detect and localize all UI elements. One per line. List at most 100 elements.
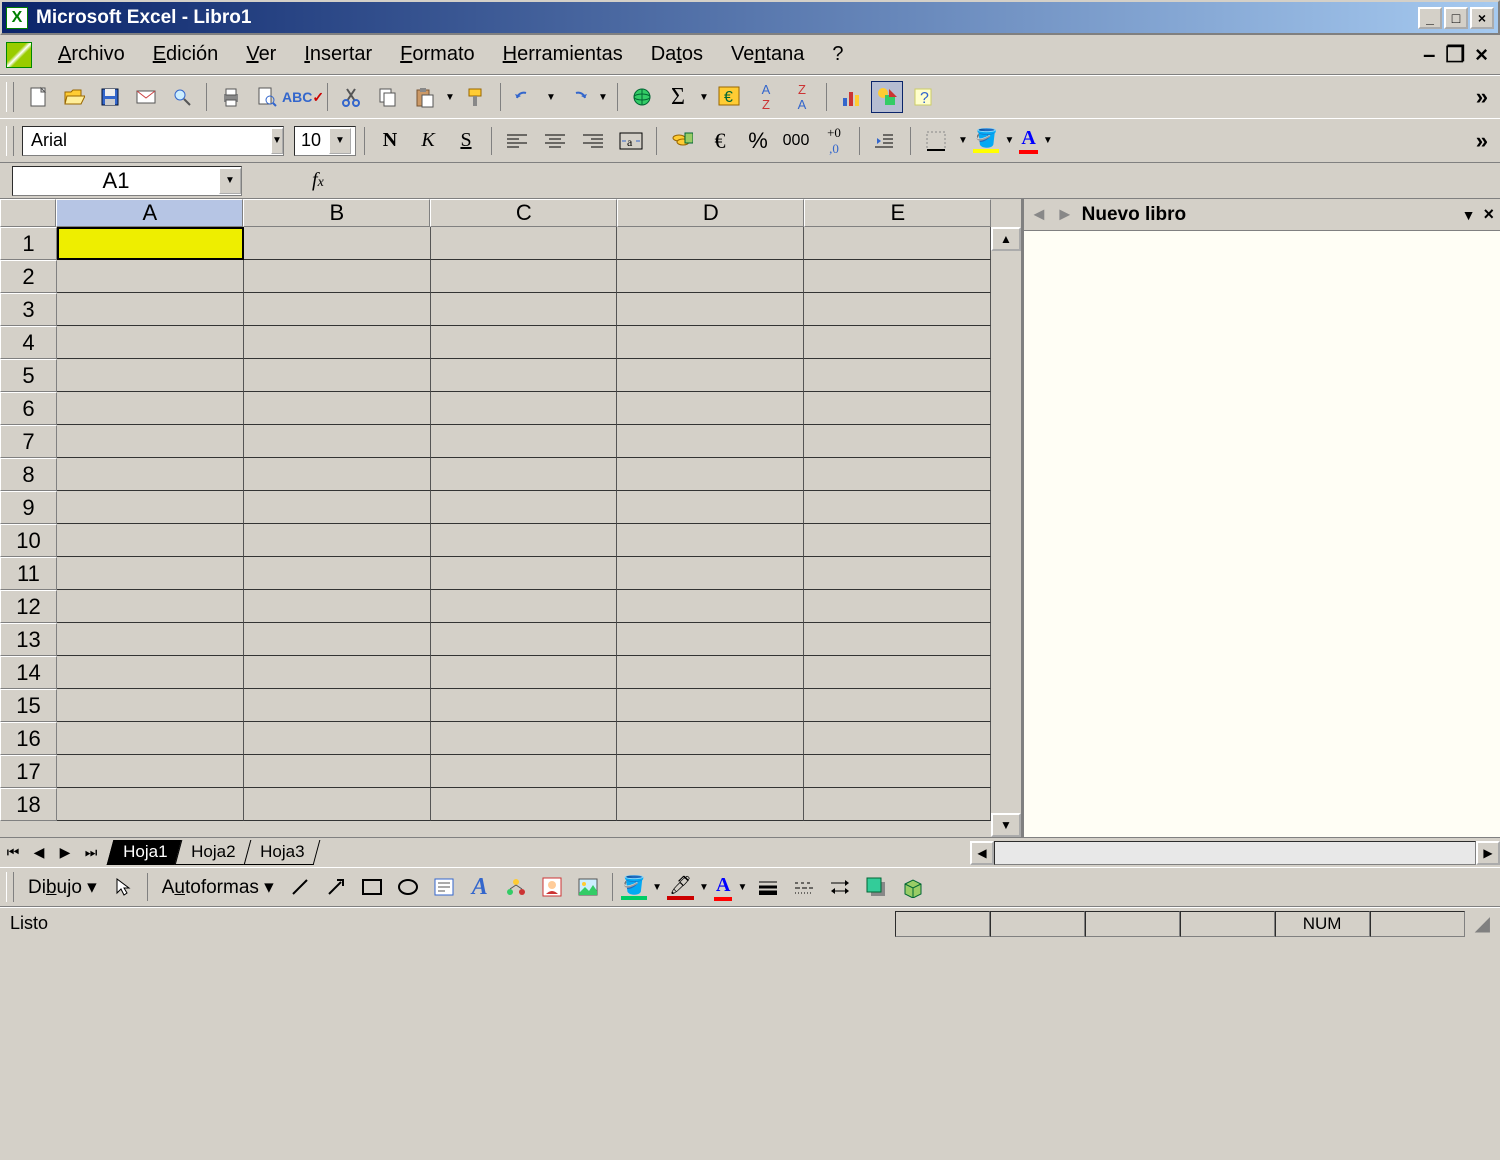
- cell-D5[interactable]: [617, 359, 804, 392]
- cell-E9[interactable]: [804, 491, 991, 524]
- row-header-8[interactable]: 8: [0, 458, 57, 491]
- size-combo[interactable]: ▼: [294, 126, 356, 156]
- undo-button[interactable]: [509, 81, 541, 113]
- paste-dropdown[interactable]: ▼: [444, 92, 456, 103]
- taskpane-dropdown[interactable]: ▼: [1462, 207, 1476, 223]
- row-header-4[interactable]: 4: [0, 326, 57, 359]
- cell-C8[interactable]: [431, 458, 618, 491]
- cell-B11[interactable]: [244, 557, 431, 590]
- cell-D4[interactable]: [617, 326, 804, 359]
- col-header-B[interactable]: B: [243, 199, 430, 227]
- cell-D9[interactable]: [617, 491, 804, 524]
- fx-label[interactable]: fx: [312, 169, 324, 192]
- font-dropdown[interactable]: ▼: [271, 128, 283, 154]
- scroll-down-button[interactable]: ▼: [991, 813, 1021, 837]
- redo-dropdown[interactable]: ▼: [597, 92, 609, 103]
- row-header-12[interactable]: 12: [0, 590, 57, 623]
- mdi-close[interactable]: ×: [1475, 42, 1488, 68]
- spellcheck-button[interactable]: ABC✓: [287, 81, 319, 113]
- line-color-button[interactable]: 🖊: [667, 875, 694, 900]
- rectangle-button[interactable]: [356, 871, 388, 903]
- cell-B1[interactable]: [244, 227, 431, 260]
- cell-D2[interactable]: [617, 260, 804, 293]
- print-button[interactable]: [215, 81, 247, 113]
- row-header-7[interactable]: 7: [0, 425, 57, 458]
- vertical-scrollbar[interactable]: ▲ ▼: [991, 227, 1021, 837]
- cell-A17[interactable]: [57, 755, 244, 788]
- font-color-draw-button[interactable]: A: [714, 874, 732, 901]
- cell-E2[interactable]: [804, 260, 991, 293]
- col-header-C[interactable]: C: [430, 199, 617, 227]
- cell-C2[interactable]: [431, 260, 618, 293]
- align-center-button[interactable]: [538, 125, 572, 157]
- cell-C18[interactable]: [431, 788, 618, 821]
- cell-C7[interactable]: [431, 425, 618, 458]
- open-button[interactable]: [58, 81, 90, 113]
- cell-E7[interactable]: [804, 425, 991, 458]
- cell-A2[interactable]: [57, 260, 244, 293]
- next-sheet-button[interactable]: ▶: [53, 841, 77, 865]
- row-header-14[interactable]: 14: [0, 656, 57, 689]
- font-color-button[interactable]: A: [1019, 127, 1037, 154]
- cell-E3[interactable]: [804, 293, 991, 326]
- cell-E12[interactable]: [804, 590, 991, 623]
- italic-button[interactable]: K: [411, 125, 445, 157]
- cell-B4[interactable]: [244, 326, 431, 359]
- cell-A13[interactable]: [57, 623, 244, 656]
- menu-formato[interactable]: Formato: [386, 39, 488, 70]
- row-header-5[interactable]: 5: [0, 359, 57, 392]
- drawing-button[interactable]: [871, 81, 903, 113]
- paste-button[interactable]: [408, 81, 440, 113]
- cell-A12[interactable]: [57, 590, 244, 623]
- help-button[interactable]: ?: [907, 81, 939, 113]
- undo-dropdown[interactable]: ▼: [545, 92, 557, 103]
- row-header-6[interactable]: 6: [0, 392, 57, 425]
- toolbar-handle[interactable]: [6, 82, 14, 112]
- cell-B9[interactable]: [244, 491, 431, 524]
- cell-D6[interactable]: [617, 392, 804, 425]
- thousands-button[interactable]: 000: [779, 125, 813, 157]
- autosum-dropdown[interactable]: ▼: [698, 92, 710, 103]
- cell-C12[interactable]: [431, 590, 618, 623]
- cell-D13[interactable]: [617, 623, 804, 656]
- fill-color-draw-button[interactable]: 🪣: [621, 875, 647, 900]
- cell-C3[interactable]: [431, 293, 618, 326]
- insert-picture-button[interactable]: [572, 871, 604, 903]
- arrow-style-button[interactable]: [824, 871, 856, 903]
- cell-C1[interactable]: [431, 227, 618, 260]
- cell-C15[interactable]: [431, 689, 618, 722]
- decrease-indent-button[interactable]: [868, 125, 902, 157]
- euro-button[interactable]: €: [714, 81, 746, 113]
- new-button[interactable]: [22, 81, 54, 113]
- cell-B14[interactable]: [244, 656, 431, 689]
- toolbar-handle[interactable]: [6, 872, 14, 902]
- cell-D18[interactable]: [617, 788, 804, 821]
- menu-edicion[interactable]: Edición: [139, 39, 233, 70]
- oval-button[interactable]: [392, 871, 424, 903]
- fill-color-button[interactable]: 🪣: [973, 128, 999, 153]
- cell-B5[interactable]: [244, 359, 431, 392]
- prev-sheet-button[interactable]: ◀: [27, 841, 51, 865]
- merge-center-button[interactable]: a: [614, 125, 648, 157]
- row-header-17[interactable]: 17: [0, 755, 57, 788]
- select-all-corner[interactable]: [0, 199, 56, 227]
- menu-archivo[interactable]: Archivo: [44, 39, 139, 70]
- taskpane-forward-icon[interactable]: ►: [1056, 204, 1074, 225]
- minimize-button[interactable]: _: [1418, 7, 1442, 29]
- draw-menu[interactable]: Dibujo ▾: [22, 876, 103, 899]
- menu-insertar[interactable]: Insertar: [290, 39, 386, 70]
- resize-grip[interactable]: ◢: [1475, 911, 1490, 936]
- cell-E15[interactable]: [804, 689, 991, 722]
- col-header-D[interactable]: D: [617, 199, 804, 227]
- cell-C11[interactable]: [431, 557, 618, 590]
- cell-E8[interactable]: [804, 458, 991, 491]
- scroll-left-button[interactable]: ◀: [970, 841, 994, 865]
- mdi-restore[interactable]: ❐: [1445, 42, 1465, 68]
- shadow-button[interactable]: [860, 871, 892, 903]
- clipart-button[interactable]: [536, 871, 568, 903]
- cell-E6[interactable]: [804, 392, 991, 425]
- cell-E13[interactable]: [804, 623, 991, 656]
- cell-B13[interactable]: [244, 623, 431, 656]
- scroll-right-button[interactable]: ▶: [1476, 841, 1500, 865]
- cell-B16[interactable]: [244, 722, 431, 755]
